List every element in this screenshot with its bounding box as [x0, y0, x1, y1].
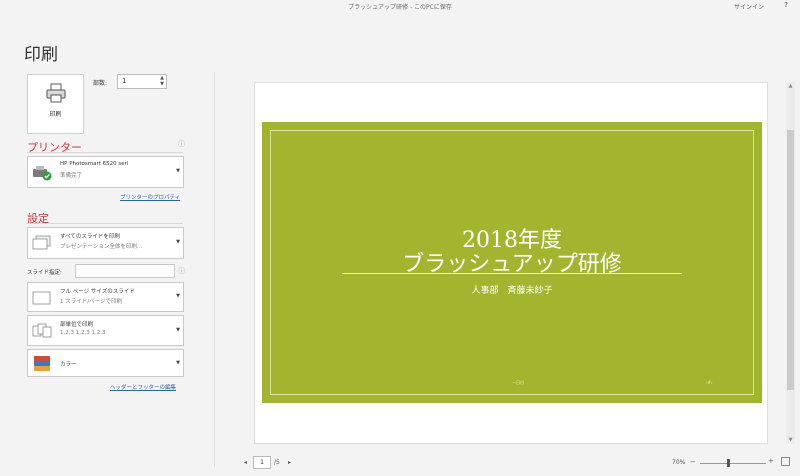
section-divider: [27, 223, 183, 224]
panel-divider: [214, 72, 215, 467]
slides-input[interactable]: [75, 264, 175, 278]
zoom-in-button[interactable]: +: [768, 457, 774, 465]
zoom-slider-thumb[interactable]: [727, 459, 730, 467]
dropdown-arrow-icon: ▼: [176, 239, 180, 245]
color-dropdown[interactable]: カラー ▼: [27, 349, 184, 377]
preview-scrollbar[interactable]: ▲ ▼: [786, 82, 795, 444]
scroll-down-icon[interactable]: ▼: [786, 437, 795, 443]
dropdown-arrow-icon: ▼: [176, 360, 180, 366]
color-option-title: カラー: [60, 362, 77, 368]
slides-icon: [32, 235, 51, 250]
printer-name: HP Photosmart 6520 seri: [60, 161, 129, 167]
page-number-input[interactable]: 1: [253, 456, 271, 469]
fit-to-window-icon[interactable]: [781, 457, 790, 466]
printer-ready-icon: [33, 166, 52, 181]
next-page-button[interactable]: ▸: [288, 459, 291, 466]
slide-title-rule: [342, 273, 682, 274]
slide-subtitle: 人事部 斉藤未紗子: [471, 286, 553, 296]
collate-dropdown[interactable]: 部単位で印刷 1,2,3 1,2,3 1,2,3 ▼: [27, 315, 184, 346]
previous-page-button[interactable]: ◂: [244, 459, 247, 466]
info-icon[interactable]: ⓘ: [178, 266, 185, 276]
scrollbar-thumb[interactable]: [787, 130, 794, 390]
printer-properties-link[interactable]: プリンターのプロパティ: [120, 193, 180, 201]
layout-dropdown[interactable]: フル ページ サイズのスライド 1 スライド/ページで印刷 ▼: [27, 282, 184, 312]
page-total: /5: [274, 459, 280, 466]
slide-number-placeholder: ‹#›: [706, 380, 713, 385]
print-slides-dropdown[interactable]: すべてのスライドを印刷 プレゼンテーション全体を印刷... ▼: [27, 227, 184, 259]
copies-label: 部数:: [93, 80, 108, 87]
section-divider: [27, 152, 183, 153]
title-bar: ブラッシュアップ研修 - このPCに保存 サインイン ?: [0, 0, 800, 14]
layout-option-desc: 1 スライド/ページで印刷: [60, 299, 122, 305]
slides-option-title: すべてのスライドを印刷: [60, 234, 120, 240]
copies-stepper[interactable]: 1 ▲ ▼: [117, 74, 167, 89]
zoom-level[interactable]: 70%: [672, 459, 685, 466]
print-button-label: 印刷: [49, 111, 62, 118]
collate-option-desc: 1,2,3 1,2,3 1,2,3: [60, 330, 106, 336]
dropdown-arrow-icon: ▼: [176, 168, 180, 174]
zoom-out-button[interactable]: −: [690, 458, 696, 466]
spin-arrows-icon[interactable]: ▲ ▼: [160, 75, 164, 87]
printer-status: 準備完了: [60, 173, 83, 179]
color-icon: [34, 356, 50, 371]
sign-in-link[interactable]: サインイン: [734, 2, 764, 11]
slides-option-desc: プレゼンテーション全体を印刷...: [60, 244, 143, 250]
header-footer-link[interactable]: ヘッダーとフッターの編集: [110, 383, 176, 391]
full-page-slide-icon: [32, 291, 51, 305]
page-title: 印刷: [24, 45, 58, 65]
dropdown-arrow-icon: ▼: [176, 293, 180, 299]
slide-date-placeholder: ー日付: [512, 380, 524, 385]
copies-value: 1: [122, 77, 127, 85]
print-button[interactable]: 印刷: [27, 74, 84, 134]
printer-dropdown[interactable]: HP Photosmart 6520 seri 準備完了 ▼: [27, 156, 184, 188]
info-icon[interactable]: ⓘ: [178, 139, 185, 149]
dropdown-arrow-icon: ▼: [176, 327, 180, 333]
help-button[interactable]: ?: [784, 1, 788, 9]
zoom-slider-track[interactable]: [700, 463, 766, 464]
collate-option-title: 部単位で印刷: [60, 322, 94, 328]
printer-icon: [46, 83, 66, 103]
slides-field-label: スライド指定:: [27, 270, 62, 276]
document-title: ブラッシュアップ研修 - このPCに保存: [348, 4, 452, 11]
layout-option-title: フル ページ サイズのスライド: [60, 289, 135, 295]
scroll-up-icon[interactable]: ▲: [786, 83, 795, 89]
collate-icon: [32, 323, 52, 338]
